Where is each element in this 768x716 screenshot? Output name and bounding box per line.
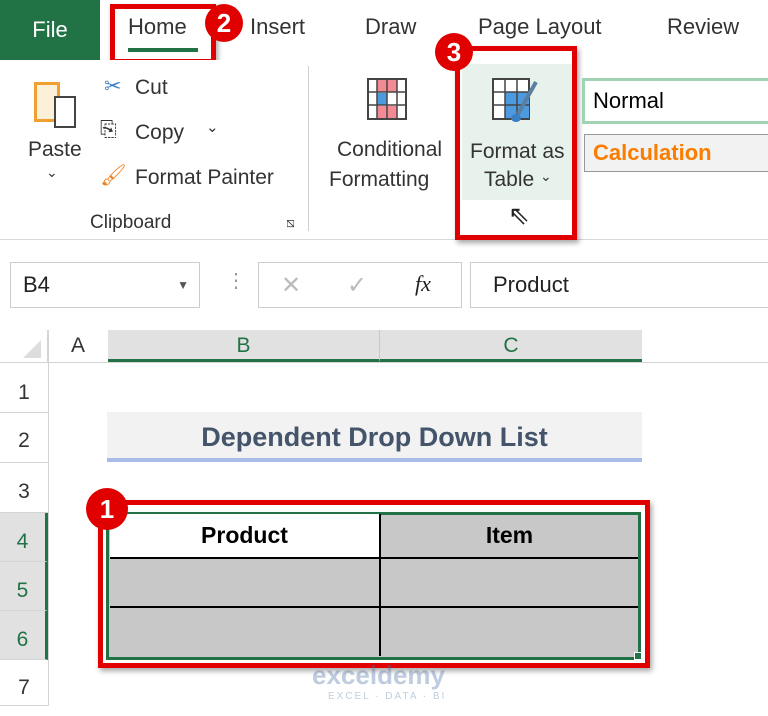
cut-button[interactable]: Cut	[135, 76, 168, 100]
clipboard-group-label: Clipboard	[90, 212, 172, 233]
conditional-label-1: Conditional	[337, 138, 443, 161]
copy-button[interactable]: Copy	[135, 121, 184, 145]
home-highlight	[110, 4, 216, 64]
tab-draw[interactable]: Draw	[365, 14, 416, 40]
name-box[interactable]: B4 ▼	[10, 262, 200, 308]
select-all-corner[interactable]	[0, 330, 48, 362]
column-header-a[interactable]: A	[48, 330, 108, 362]
row-header-border	[48, 330, 49, 706]
name-box-value: B4	[23, 272, 50, 297]
watermark-logo: exceldemy EXCEL · DATA · BI	[312, 660, 447, 702]
cancel-icon[interactable]: ✕	[281, 271, 301, 300]
file-tab[interactable]: File	[0, 0, 100, 60]
enter-icon[interactable]: ✓	[347, 271, 367, 300]
dialog-launcher-icon[interactable]: ⧅	[286, 214, 295, 231]
formula-input[interactable]: Product	[470, 262, 768, 308]
sheet-title: Dependent Drop Down List	[107, 412, 642, 462]
paste-label: Paste	[28, 138, 82, 161]
tab-insert[interactable]: Insert	[250, 14, 305, 40]
column-header-b[interactable]: B	[108, 330, 380, 362]
row-header-6[interactable]: 6	[0, 611, 48, 660]
row-header-2[interactable]: 2	[0, 413, 48, 463]
dropdown-arrow-icon[interactable]: ▼	[177, 263, 189, 307]
formula-buttons: ✕ ✓ fx	[258, 262, 462, 308]
row-header-4[interactable]: 4	[0, 513, 48, 562]
format-painter-button[interactable]: Format Painter	[135, 166, 274, 190]
chevron-down-icon[interactable]: ⌄	[206, 118, 219, 136]
row-header-3[interactable]: 3	[0, 463, 48, 513]
step-badge-2: 2	[205, 4, 243, 42]
conditional-formatting-button[interactable]: Conditional Formatting	[325, 72, 455, 202]
divider	[308, 66, 309, 231]
tab-review[interactable]: Review	[667, 14, 739, 40]
step-badge-3: 3	[435, 33, 473, 71]
step-badge-1: 1	[86, 488, 128, 530]
row-header-1[interactable]: 1	[0, 363, 48, 413]
paste-button[interactable]: Paste ⌄	[20, 72, 90, 192]
copy-icon: ⎘	[100, 118, 117, 141]
conditional-formatting-icon	[367, 78, 407, 120]
header-line	[0, 362, 768, 363]
chevron-down-icon: ⌄	[46, 164, 58, 180]
paintbrush-icon: 🖌	[100, 164, 127, 187]
format-table-highlight	[455, 46, 577, 240]
style-normal[interactable]: Normal	[582, 78, 768, 124]
conditional-label-2: Formatting	[329, 168, 430, 191]
column-header-c[interactable]: C	[380, 330, 642, 362]
style-calculation[interactable]: Calculation	[584, 134, 768, 172]
row-header-5[interactable]: 5	[0, 562, 48, 611]
insert-function-icon[interactable]: fx	[415, 271, 431, 297]
paste-page-icon	[54, 96, 76, 128]
grip-icon: ⋮	[226, 270, 246, 292]
row-header-7[interactable]: 7	[0, 660, 48, 706]
table-highlight	[98, 500, 650, 668]
tab-page-layout[interactable]: Page Layout	[478, 14, 602, 40]
scissors-icon: ✂	[104, 75, 122, 98]
